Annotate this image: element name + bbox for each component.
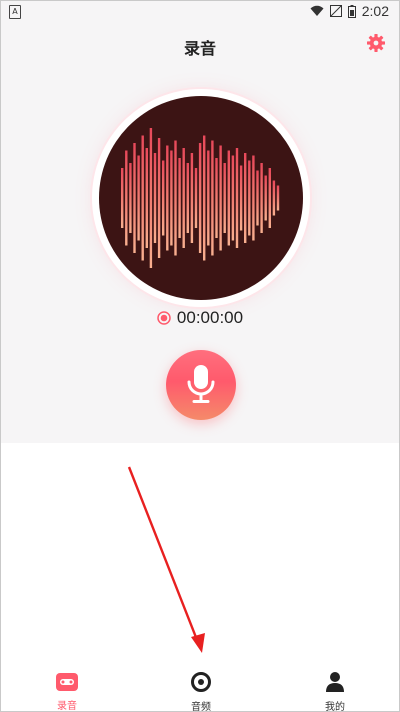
gear-icon[interactable] — [366, 33, 386, 53]
waveform-bar — [137, 155, 140, 241]
waveform-bar — [207, 150, 210, 246]
waveform-bar — [153, 153, 157, 243]
waveform-bar — [178, 158, 181, 238]
nav-item-audio[interactable]: 音频 — [171, 665, 231, 712]
waveform-display — [92, 89, 310, 307]
waveform-bar — [272, 180, 276, 216]
waveform-bar — [166, 145, 169, 251]
waveform-bar — [198, 143, 202, 253]
waveform-bar — [170, 150, 173, 246]
waveform-bar — [162, 160, 165, 236]
waveform-bar — [260, 163, 263, 233]
nav-label: 录音 — [57, 701, 77, 712]
battery-icon — [347, 4, 356, 18]
waveform-bar — [256, 170, 259, 226]
waveform-bar — [174, 140, 177, 256]
waveform-bar — [157, 138, 161, 258]
waveform-circle — [99, 96, 303, 300]
waveform-bar — [141, 135, 144, 261]
tape-icon — [56, 673, 78, 691]
status-time: 2:02 — [361, 3, 389, 19]
waveform-bar — [145, 148, 148, 248]
nav-item-recording[interactable]: 录音 — [37, 665, 97, 712]
elapsed-time: 00:00:00 — [176, 308, 244, 327]
wifi-icon — [310, 5, 324, 16]
waveform-bar — [276, 185, 280, 211]
waveform-bar — [248, 160, 251, 236]
nav-item-profile[interactable]: 我的 — [305, 665, 365, 712]
waveform-bar — [125, 150, 128, 246]
notification-icon: A — [9, 5, 21, 19]
page-title: 录音 — [183, 41, 216, 58]
waveform-bar — [149, 128, 153, 268]
waveform-bar — [252, 155, 255, 241]
microphone-icon — [187, 365, 215, 403]
waveform-bar — [268, 168, 271, 228]
waveform-bar — [121, 168, 124, 228]
user-icon — [326, 672, 344, 692]
waveform-bar — [235, 148, 239, 248]
waveform-bar — [223, 163, 226, 233]
waveform-bar — [133, 143, 136, 253]
waveform-bar — [186, 163, 189, 233]
app-frame: A 2:02 录音 00:00:00 录音 音频 我的 — [0, 0, 400, 712]
waveform-bars — [121, 128, 280, 268]
waveform-bar — [231, 155, 235, 241]
waveform-bar — [227, 150, 230, 246]
record-indicator-icon — [157, 311, 171, 325]
recording-timer: 00:00:00 — [1, 307, 399, 329]
waveform-bar — [129, 163, 132, 233]
disc-icon — [191, 672, 211, 692]
waveform-bar — [244, 153, 247, 243]
waveform-bar — [219, 145, 222, 251]
nav-label: 音频 — [191, 702, 211, 712]
signal-icon — [329, 5, 342, 17]
recorder-panel: 录音 00:00:00 — [1, 23, 399, 443]
waveform-bar — [239, 165, 243, 231]
waveform-bar — [215, 158, 218, 238]
waveform-bar — [264, 175, 267, 221]
waveform-bar — [203, 135, 206, 261]
waveform-bar — [182, 148, 185, 248]
nav-label: 我的 — [325, 702, 345, 712]
status-bar: A 2:02 — [1, 1, 399, 23]
record-button[interactable] — [166, 350, 236, 420]
bottom-nav: 录音 音频 我的 — [1, 665, 399, 711]
waveform-bar — [211, 140, 214, 256]
waveform-bar — [194, 168, 198, 228]
waveform-bar — [190, 153, 194, 243]
